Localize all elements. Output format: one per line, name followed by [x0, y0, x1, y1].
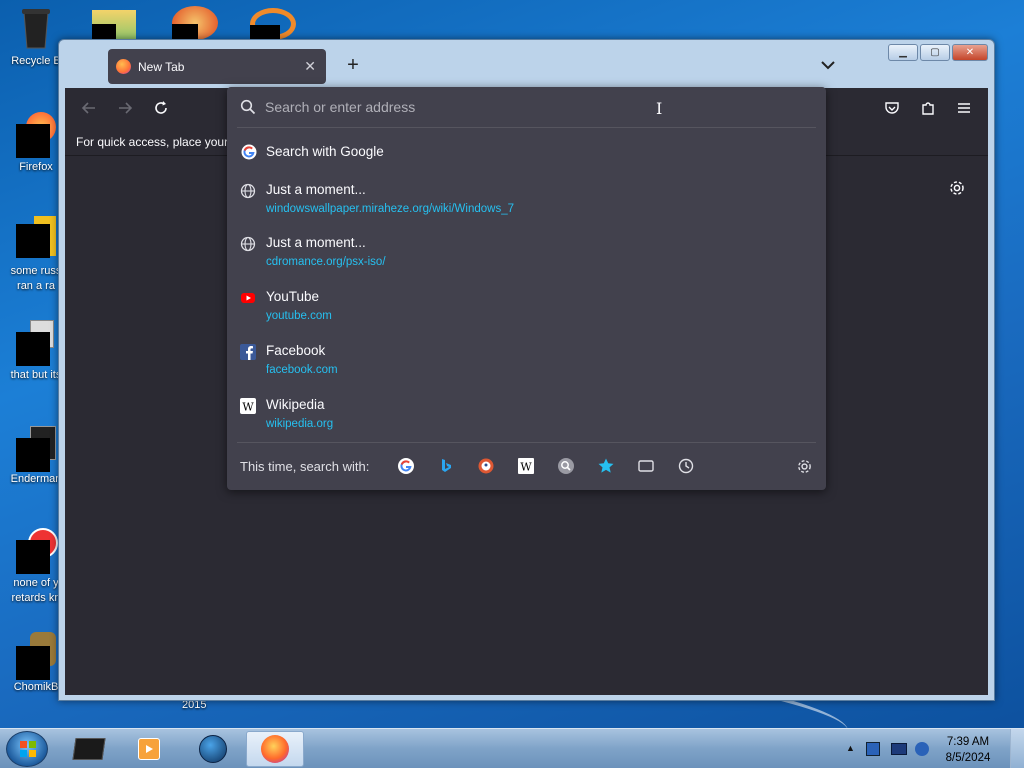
search-with-google-row[interactable]: Search with Google — [227, 137, 826, 167]
search-engine-icon[interactable] — [557, 457, 575, 475]
globe-icon — [240, 236, 256, 252]
page-settings-gear-icon[interactable] — [948, 179, 966, 197]
bookmarks-hint-text: For quick access, place your b — [76, 135, 239, 149]
show-desktop-button[interactable] — [1010, 729, 1024, 768]
extensions-icon[interactable] — [918, 98, 938, 118]
window-controls: ▁ ▢ ✕ — [888, 44, 988, 61]
youtube-icon — [240, 290, 256, 306]
close-window-button[interactable]: ✕ — [952, 44, 988, 61]
app-icon — [16, 216, 56, 260]
search-icon — [240, 99, 256, 120]
result-title: Just a moment... — [266, 182, 366, 197]
urlbar-input-row: I — [227, 87, 826, 127]
clock-time: 7:39 AM — [946, 736, 990, 748]
wikipedia-icon[interactable]: W — [517, 457, 535, 475]
result-row[interactable]: Just a moment... cdromance.org/psx-iso/ — [227, 230, 826, 280]
reload-icon[interactable] — [151, 98, 171, 118]
search-settings-gear-icon[interactable] — [796, 458, 813, 475]
wikipedia-icon: W — [240, 398, 256, 414]
maximize-button[interactable]: ▢ — [920, 44, 950, 61]
app-icon — [16, 424, 56, 472]
result-row[interactable]: YouTube youtube.com — [227, 284, 826, 334]
close-tab-icon[interactable]: ✕ — [304, 58, 316, 75]
title-bar[interactable]: New Tab ✕ + ▁ ▢ ✕ — [59, 40, 994, 88]
recycle-bin-icon — [16, 6, 56, 50]
app-icon — [16, 528, 58, 574]
new-tab-button[interactable]: + — [342, 54, 364, 77]
tab-title: New Tab — [138, 59, 185, 74]
firefox-icon — [261, 735, 289, 763]
result-url: windowswallpaper.miraheze.org/wiki/Windo… — [266, 203, 514, 215]
globe-app-icon — [199, 735, 227, 763]
divider — [237, 127, 816, 128]
clock-date: 8/5/2024 — [945, 752, 991, 764]
divider — [237, 442, 816, 443]
facebook-icon — [240, 344, 256, 360]
tabs-icon[interactable] — [637, 457, 655, 475]
taskbar: ▲ 7:39 AM 8/5/2024 — [0, 728, 1024, 768]
result-title: Wikipedia — [266, 397, 325, 412]
result-title: Facebook — [266, 343, 326, 358]
svg-text:W: W — [520, 461, 532, 474]
app-icon — [16, 632, 56, 680]
result-url: wikipedia.org — [266, 418, 334, 430]
window-stack-icon — [16, 320, 56, 366]
clock[interactable]: 7:39 AM 8/5/2024 — [938, 734, 998, 766]
network-tray-icon[interactable] — [866, 742, 880, 756]
globe-icon — [240, 183, 256, 199]
tray-expand-arrow-icon[interactable]: ▲ — [846, 743, 855, 753]
display-tray-icon[interactable] — [891, 743, 907, 755]
desktop-icon-partial[interactable] — [92, 10, 136, 40]
result-url: cdromance.org/psx-iso/ — [266, 256, 386, 268]
result-row[interactable]: Facebook facebook.com — [227, 338, 826, 388]
minimize-button[interactable]: ▁ — [888, 44, 918, 61]
search-with-google-label: Search with Google — [266, 144, 384, 159]
back-arrow-icon[interactable] — [79, 98, 99, 118]
one-off-search-bar: This time, search with: W — [227, 451, 826, 483]
taskbar-app-media-player[interactable] — [120, 731, 178, 767]
volume-tray-icon[interactable] — [915, 742, 929, 756]
taskbar-app-globe[interactable] — [184, 731, 242, 767]
taskbar-app-terminal[interactable] — [60, 731, 118, 767]
svg-text:W: W — [242, 401, 254, 414]
firefox-icon — [116, 59, 131, 74]
result-row[interactable]: W Wikipedia wikipedia.org — [227, 392, 826, 442]
one-off-label: This time, search with: — [240, 459, 370, 474]
forward-arrow-icon[interactable] — [115, 98, 135, 118]
taskbar-app-firefox[interactable] — [246, 731, 304, 767]
bookmarks-star-icon[interactable] — [597, 457, 615, 475]
pocket-icon[interactable] — [882, 98, 902, 118]
result-title: Just a moment... — [266, 235, 366, 250]
google-icon — [240, 143, 257, 160]
tab-new-tab[interactable]: New Tab ✕ — [108, 49, 326, 84]
urlbar-input[interactable] — [265, 97, 785, 117]
start-button[interactable] — [6, 731, 48, 767]
bing-icon[interactable] — [437, 457, 455, 475]
history-icon[interactable] — [677, 457, 695, 475]
result-url: facebook.com — [266, 364, 338, 376]
google-icon[interactable] — [397, 457, 415, 475]
duckduckgo-icon[interactable] — [477, 457, 495, 475]
result-title: YouTube — [266, 289, 320, 304]
result-row[interactable]: Just a moment... windowswallpaper.mirahe… — [227, 177, 826, 227]
media-player-icon — [138, 738, 160, 760]
chevron-down-icon[interactable] — [819, 56, 837, 74]
desktop-icon-partial[interactable] — [172, 6, 218, 40]
app-icon — [72, 738, 106, 760]
urlbar-dropdown: I Search with Google Just a moment... wi… — [227, 87, 826, 490]
hamburger-menu-icon[interactable] — [954, 98, 974, 118]
firefox-icon — [16, 112, 56, 158]
result-url: youtube.com — [266, 310, 332, 322]
desktop-icon-partial[interactable] — [250, 8, 296, 41]
text-cursor-icon: I — [656, 99, 663, 118]
